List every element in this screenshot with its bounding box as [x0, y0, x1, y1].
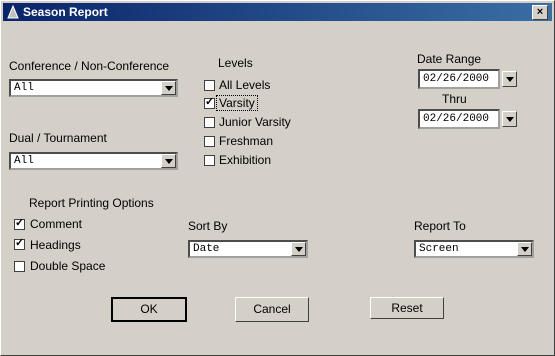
sort-by-label: Sort By — [188, 219, 228, 233]
sort-by-select[interactable]: Date — [188, 240, 308, 258]
checkbox-freshman[interactable] — [204, 136, 215, 147]
chevron-down-icon[interactable] — [517, 242, 532, 256]
date-range-label: Date Range — [417, 52, 482, 66]
report-to-value: Screen — [419, 243, 459, 255]
dual-label: Dual / Tournament — [9, 131, 107, 145]
freshman-label[interactable]: Freshman — [219, 134, 273, 148]
comment-label[interactable]: Comment — [30, 217, 82, 231]
checkbox-comment[interactable] — [14, 216, 25, 230]
report-to-select[interactable]: Screen — [414, 240, 534, 258]
date-to-field[interactable]: 02/26/2000 — [418, 109, 500, 129]
title-bar[interactable]: Season Report × — [3, 3, 552, 21]
close-button[interactable]: × — [532, 5, 548, 20]
checkbox-junior-varsity[interactable] — [204, 117, 215, 128]
all-levels-label[interactable]: All Levels — [219, 78, 270, 92]
app-icon — [7, 5, 19, 19]
headings-label[interactable]: Headings — [30, 238, 81, 252]
report-to-label: Report To — [414, 219, 466, 233]
junior-varsity-label[interactable]: Junior Varsity — [219, 115, 291, 129]
checkbox-varsity[interactable] — [204, 95, 215, 109]
varsity-label[interactable]: Varsity — [216, 95, 258, 111]
checkbox-headings[interactable] — [14, 236, 25, 250]
reset-button[interactable]: Reset — [370, 297, 444, 319]
ok-button[interactable]: OK — [111, 297, 187, 322]
date-to-dropdown-button[interactable] — [502, 111, 517, 127]
conference-select[interactable]: All — [9, 79, 178, 97]
checkbox-all-levels[interactable] — [204, 80, 215, 91]
chevron-down-icon[interactable] — [161, 81, 176, 95]
printing-options-label: Report Printing Options — [29, 196, 154, 210]
chevron-down-icon[interactable] — [161, 154, 176, 168]
chevron-down-icon[interactable] — [291, 242, 306, 256]
date-from-dropdown-button[interactable] — [502, 71, 517, 87]
checkbox-double-space[interactable] — [14, 261, 25, 272]
conference-label: Conference / Non-Conference — [9, 59, 170, 73]
double-space-label[interactable]: Double Space — [30, 259, 105, 273]
season-report-window: Season Report × Conference / Non-Confere… — [0, 0, 555, 356]
dual-select[interactable]: All — [9, 152, 178, 170]
thru-label: Thru — [442, 92, 467, 106]
window-title: Season Report — [23, 5, 108, 19]
checkbox-exhibition[interactable] — [204, 155, 215, 166]
exhibition-label[interactable]: Exhibition — [219, 153, 271, 167]
cancel-button[interactable]: Cancel — [235, 297, 309, 322]
dual-value: All — [14, 155, 34, 167]
date-from-field[interactable]: 02/26/2000 — [418, 69, 500, 89]
levels-label: Levels — [218, 56, 253, 70]
conference-value: All — [14, 82, 34, 94]
sort-by-value: Date — [193, 243, 220, 255]
